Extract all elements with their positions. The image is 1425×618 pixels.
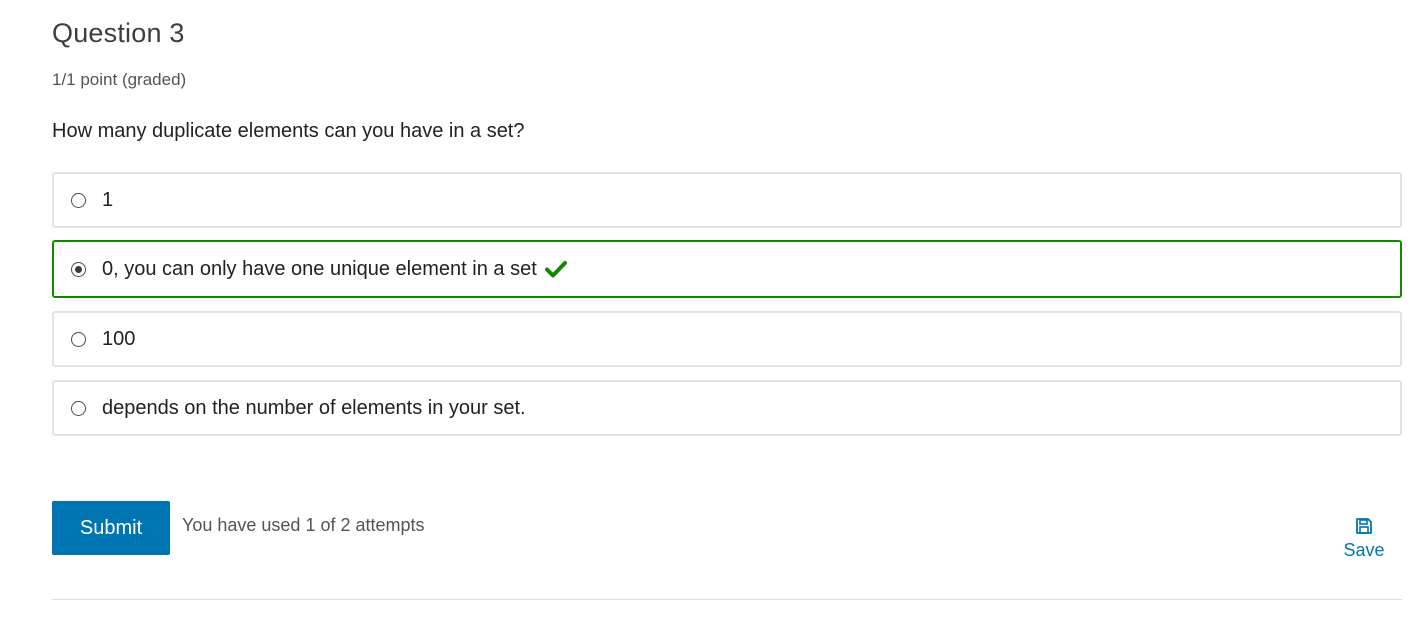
save-label: Save	[1343, 540, 1385, 560]
submit-button[interactable]: Submit	[52, 501, 170, 555]
check-icon	[544, 259, 567, 279]
problem-container: Question 3 1/1 point (graded) How many d…	[52, 0, 1402, 618]
floppy-disk-icon	[1356, 518, 1372, 534]
radio-button[interactable]	[71, 192, 86, 208]
problem-points: 1/1 point (graded)	[52, 70, 187, 89]
radio-button[interactable]	[71, 400, 86, 416]
attempts-status: You have used 1 of 2 attempts	[182, 515, 425, 535]
answer-option-100[interactable]: 100	[52, 311, 1402, 367]
save-button[interactable]: Save	[1337, 517, 1391, 561]
radio-button-selected[interactable]	[71, 261, 86, 277]
problem-title: Question 3	[52, 18, 185, 48]
option-label: 0, you can only have one unique element …	[102, 257, 537, 280]
option-label: depends on the number of elements in you…	[102, 396, 526, 419]
radio-button[interactable]	[71, 331, 86, 347]
option-label: 1	[102, 188, 114, 211]
answer-option-1[interactable]: 1	[52, 172, 1402, 228]
answer-option-depends[interactable]: depends on the number of elements in you…	[52, 380, 1402, 436]
option-label: 100	[102, 327, 136, 350]
question-prompt: How many duplicate elements can you have…	[52, 120, 525, 142]
divider	[52, 599, 1402, 600]
answer-option-0-unique[interactable]: 0, you can only have one unique element …	[52, 240, 1402, 298]
